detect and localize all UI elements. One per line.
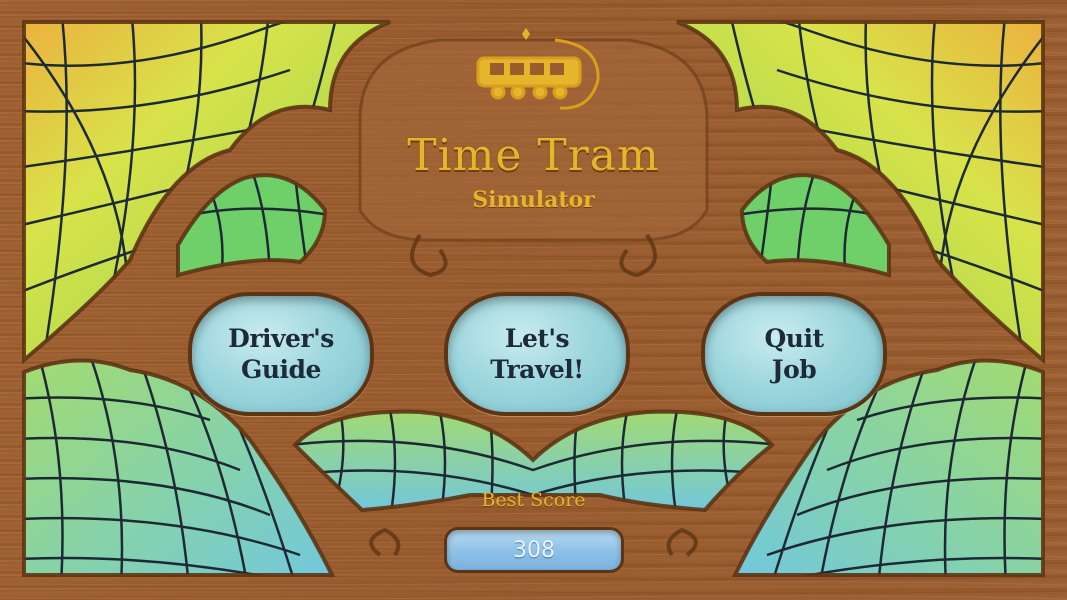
title-screen: Time Tram Simulator Driver's Guide Let's…: [0, 0, 1067, 600]
drivers-guide-line1: Driver's: [228, 324, 334, 353]
lets-travel-line1: Let's: [504, 324, 570, 353]
quit-job-button[interactable]: Quit Job: [701, 292, 887, 416]
best-score-label: Best Score: [481, 489, 586, 511]
lets-travel-button[interactable]: Let's Travel!: [444, 292, 630, 416]
game-subtitle: Simulator: [472, 187, 595, 213]
drivers-guide-line2: Guide: [241, 355, 321, 384]
best-score-value: 308: [444, 527, 624, 573]
lets-travel-line2: Travel!: [490, 355, 584, 384]
drivers-guide-button[interactable]: Driver's Guide: [188, 292, 374, 416]
game-title: Time Tram: [407, 130, 660, 181]
quit-job-line2: Job: [771, 355, 817, 384]
quit-job-line1: Quit: [764, 324, 825, 353]
